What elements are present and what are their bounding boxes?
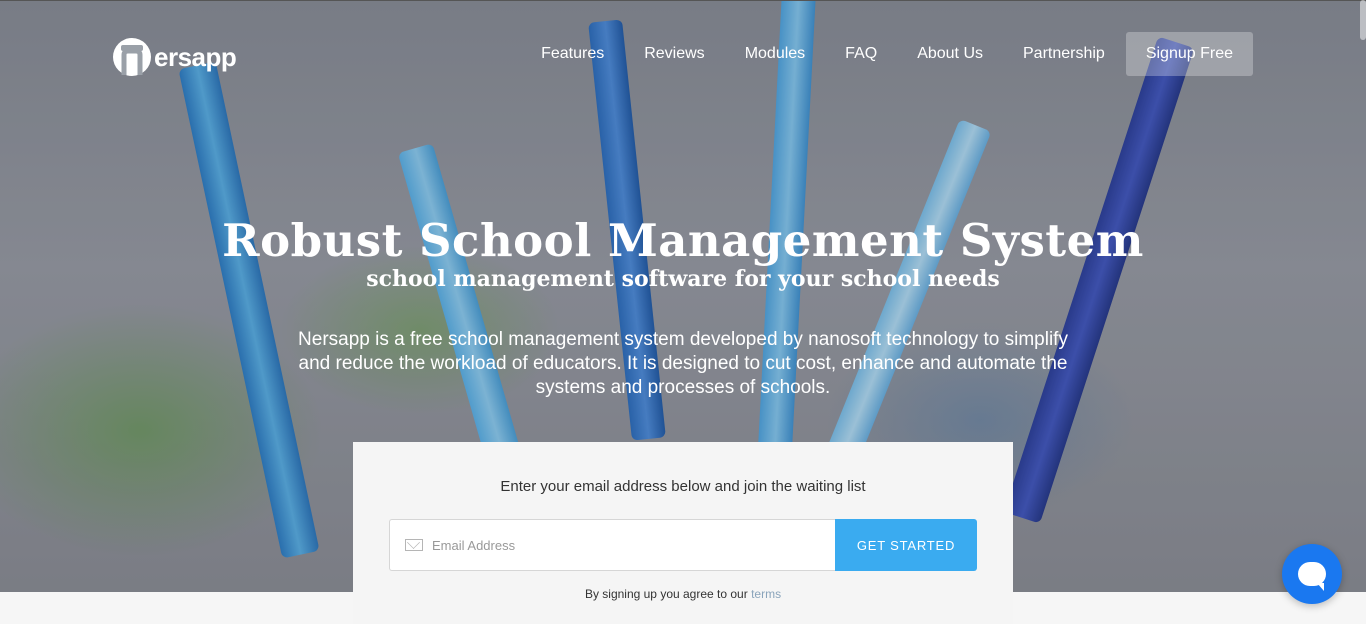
get-started-button[interactable]: GET STARTED [835, 519, 977, 571]
mail-icon [405, 539, 423, 551]
email-input[interactable] [432, 537, 832, 553]
chat-icon [1298, 562, 1326, 591]
brand-name: ersapp [154, 41, 237, 72]
nav-menu: Features Reviews Modules FAQ About Us Pa… [521, 32, 1253, 76]
signup-free-button[interactable]: Signup Free [1125, 32, 1253, 76]
nav-reviews[interactable]: Reviews [624, 32, 724, 76]
waitlist-card: Enter your email address below and join … [353, 442, 1013, 624]
nav-faq[interactable]: FAQ [825, 32, 897, 76]
hero-description: Nersapp is a free school management syst… [298, 329, 1068, 398]
nav-partnership[interactable]: Partnership [1003, 32, 1125, 76]
brand-logo[interactable]: ersapp [112, 37, 237, 77]
waitlist-prompt: Enter your email address below and join … [500, 478, 866, 495]
nav-features[interactable]: Features [521, 32, 624, 76]
top-navigation: ersapp Features Reviews Modules FAQ Abou… [0, 0, 1366, 108]
terms-link[interactable]: terms [751, 587, 781, 601]
nav-modules[interactable]: Modules [725, 32, 825, 76]
hero-title: Robust School Management System [222, 214, 1144, 267]
n-logo-icon [112, 37, 152, 77]
terms-notice: By signing up you agree to our terms [353, 587, 1013, 601]
terms-prefix: By signing up you agree to our [584, 587, 748, 601]
chat-launcher-button[interactable] [1282, 544, 1342, 604]
email-field[interactable] [389, 519, 836, 571]
hero-subtitle: school management software for your scho… [366, 266, 1000, 292]
nav-about-us[interactable]: About Us [897, 32, 1003, 76]
